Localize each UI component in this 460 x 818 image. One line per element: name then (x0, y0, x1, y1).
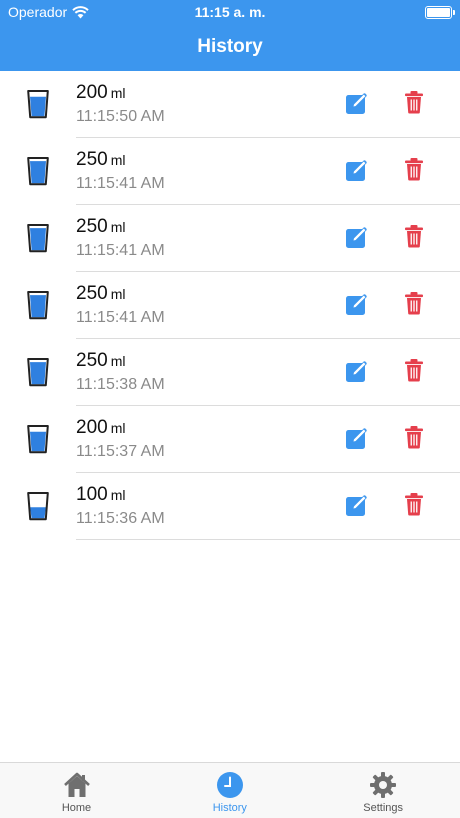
amount-unit: ml (110, 420, 126, 436)
amount-value: 250 (76, 149, 108, 170)
water-glass-icon (27, 425, 49, 454)
amount-value: 200 (76, 82, 108, 103)
battery-icon (425, 6, 455, 19)
delete-button[interactable] (404, 425, 424, 449)
history-row: 100 ml 11:15:36 AM (0, 473, 460, 540)
entry-time: 11:15:41 AM (76, 242, 165, 259)
amount-unit: ml (110, 286, 126, 302)
amount-text: 100 ml (76, 484, 125, 506)
delete-button[interactable] (404, 157, 424, 181)
edit-button[interactable] (345, 91, 369, 115)
history-row: 250 ml 11:15:38 AM (0, 339, 460, 406)
edit-button[interactable] (345, 158, 369, 182)
clock-icon (216, 772, 243, 798)
entry-time: 11:15:41 AM (76, 175, 165, 192)
amount-text: 250 ml (76, 283, 125, 305)
amount-unit: ml (110, 219, 126, 235)
amount-unit: ml (110, 487, 126, 503)
amount-text: 250 ml (76, 149, 125, 171)
delete-button[interactable] (404, 224, 424, 248)
history-row: 200 ml 11:15:37 AM (0, 406, 460, 473)
delete-button[interactable] (404, 291, 424, 315)
history-row: 250 ml 11:15:41 AM (0, 272, 460, 339)
gear-icon (370, 772, 397, 798)
water-glass-icon (27, 224, 49, 253)
row-divider (76, 539, 460, 540)
edit-button[interactable] (345, 426, 369, 450)
amount-value: 250 (76, 216, 108, 237)
status-bar: Operador 11:15 a. m. (0, 0, 460, 24)
tab-label: Home (61, 802, 92, 814)
amount-value: 100 (76, 484, 108, 505)
amount-text: 200 ml (76, 417, 125, 439)
edit-button[interactable] (345, 493, 369, 517)
history-row: 250 ml 11:15:41 AM (0, 138, 460, 205)
home-icon (63, 772, 90, 797)
delete-button[interactable] (404, 358, 424, 382)
water-glass-icon (27, 492, 49, 521)
amount-text: 250 ml (76, 216, 125, 238)
amount-text: 200 ml (76, 82, 125, 104)
water-glass-icon (27, 291, 49, 320)
water-glass-icon (27, 157, 49, 186)
history-row: 200 ml 11:15:50 AM (0, 71, 460, 138)
amount-unit: ml (110, 353, 126, 369)
entry-time: 11:15:50 AM (76, 108, 165, 125)
amount-text: 250 ml (76, 350, 125, 372)
edit-button[interactable] (345, 225, 369, 249)
page-title: History (197, 36, 263, 57)
tab-label: History (212, 802, 247, 814)
delete-button[interactable] (404, 90, 424, 114)
amount-value: 200 (76, 417, 108, 438)
edit-button[interactable] (345, 292, 369, 316)
entry-time: 11:15:38 AM (76, 376, 165, 393)
tab-home[interactable]: Home (0, 763, 153, 818)
header: Operador 11:15 a. m. History (0, 0, 460, 71)
amount-unit: ml (110, 85, 126, 101)
entry-time: 11:15:36 AM (76, 510, 165, 527)
amount-value: 250 (76, 350, 108, 371)
tab-history[interactable]: History (153, 763, 306, 818)
history-list: 200 ml 11:15:50 AM 250 ml 11:15:41 AM 25… (0, 71, 460, 540)
tab-label: Settings (363, 802, 404, 814)
entry-time: 11:15:41 AM (76, 309, 165, 326)
amount-value: 250 (76, 283, 108, 304)
water-glass-icon (27, 90, 49, 119)
status-time: 11:15 a. m. (194, 4, 266, 20)
entry-time: 11:15:37 AM (76, 443, 165, 460)
tab-bar: Home History Settings (0, 762, 460, 818)
edit-button[interactable] (345, 359, 369, 383)
water-glass-icon (27, 358, 49, 387)
delete-button[interactable] (404, 492, 424, 516)
tab-settings[interactable]: Settings (307, 763, 460, 818)
history-row: 250 ml 11:15:41 AM (0, 205, 460, 272)
amount-unit: ml (110, 152, 126, 168)
